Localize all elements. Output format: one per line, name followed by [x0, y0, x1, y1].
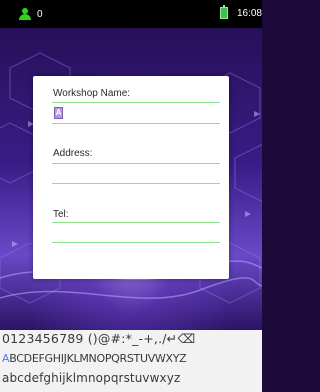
text-cursor: A — [55, 108, 62, 117]
workshop-name-line-2[interactable] — [52, 123, 220, 124]
keyboard-uppercase-keys[interactable]: BCDEFGHIJKLMNOPQRSTUVWXYZ — [9, 352, 186, 365]
character-keyboard[interactable]: 0123456789 ()@#:*_-+,./↵⌫ ABCDEFGHIJKLMN… — [0, 330, 262, 392]
address-line-2[interactable] — [52, 183, 220, 184]
tel-line-1[interactable] — [52, 222, 220, 223]
user-icon — [18, 8, 32, 20]
workshop-name-label: Workshop Name: — [53, 88, 131, 99]
user-count: 0 — [37, 8, 43, 20]
workshop-name-line-1 — [52, 102, 220, 103]
keyboard-row-digits[interactable]: 0123456789 ()@#:*_-+,./↵⌫ — [2, 331, 195, 346]
address-line-1[interactable] — [52, 163, 220, 164]
workshop-form-card: Workshop Name: A Address: Tel: — [33, 76, 229, 279]
battery-icon — [219, 5, 228, 19]
address-label: Address: — [53, 148, 93, 159]
status-time: 16:08 — [236, 7, 262, 19]
workshop-name-input[interactable]: A — [54, 107, 63, 119]
status-right: 16:08 — [219, 5, 262, 19]
tel-line-2[interactable] — [52, 242, 220, 243]
status-bar: 0 16:08 — [0, 0, 262, 28]
status-left: 0 — [18, 8, 43, 20]
keyboard-row-uppercase[interactable]: ABCDEFGHIJKLMNOPQRSTUVWXYZ — [2, 352, 187, 365]
tel-label: Tel: — [53, 209, 69, 220]
keyboard-row-lowercase[interactable]: abcdefghijklmnopqrstuvwxyz — [2, 371, 180, 385]
